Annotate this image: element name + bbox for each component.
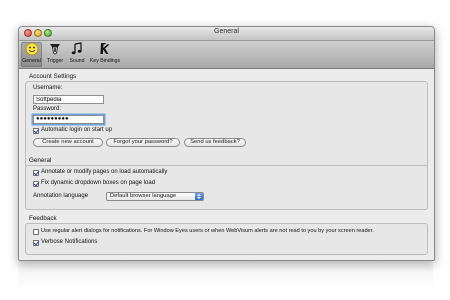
toolbar-tab-label: Trigger [46, 58, 64, 64]
automatic-login-label: Automatic login on start up [41, 127, 113, 133]
username-label: Username: [33, 85, 63, 91]
verbose-notifications-checkbox[interactable] [33, 240, 39, 246]
preferences-window: General General Trigger Sound Key Bindin… [18, 26, 435, 261]
account-settings-heading: Account Settings [29, 73, 77, 80]
annotation-language-label: Annotation language [33, 193, 89, 199]
username-field[interactable] [33, 95, 104, 104]
fix-dropdown-label: Fix dynamic dropdown boxes on page load [41, 180, 156, 186]
send-feedback-button[interactable]: Send us feedback? [184, 138, 246, 147]
music-note-icon [70, 42, 84, 56]
window-title: General [214, 28, 239, 35]
general-group: Annotate or modify pages on load automat… [25, 165, 428, 210]
toolbar-tab-label: Sound [69, 58, 85, 64]
password-field[interactable]: ●●●●●●●●● [33, 115, 104, 124]
smiley-icon [25, 42, 39, 56]
keyboard-key-icon [98, 42, 112, 56]
toolbar-tab-label: General [22, 58, 41, 64]
select-arrows-icon [195, 193, 203, 200]
feedback-heading: Feedback [29, 215, 57, 222]
automatic-login-checkbox[interactable] [33, 128, 39, 134]
verbose-notifications-label: Verbose Notifications [41, 239, 98, 245]
regular-alert-label: Use regular alert dialogs for notificati… [41, 228, 374, 234]
preferences-toolbar: General Trigger Sound Key Bindings [19, 41, 434, 69]
toolbar-tab-sound[interactable]: Sound [67, 42, 87, 67]
regular-alert-checkbox[interactable] [33, 229, 39, 235]
trigger-icon [48, 42, 62, 56]
toolbar-tab-general[interactable]: General [21, 42, 42, 67]
annotation-language-select[interactable]: Default browser language [106, 192, 204, 201]
annotate-pages-label: Annotate or modify pages on load automat… [41, 169, 168, 175]
forgot-password-button[interactable]: Forgot your password? [106, 138, 180, 147]
feedback-group: Use regular alert dialogs for notificati… [25, 223, 428, 255]
password-label: Password: [33, 106, 62, 112]
title-bar: General [19, 27, 434, 41]
toolbar-tab-label: Key Bindings [89, 58, 121, 64]
toolbar-tab-trigger[interactable]: Trigger [44, 42, 66, 67]
annotate-pages-checkbox[interactable] [33, 170, 39, 176]
annotation-language-value: Default browser language [110, 193, 177, 199]
toolbar-tab-key-bindings[interactable]: Key Bindings [88, 42, 122, 67]
general-heading: General [29, 157, 52, 164]
fix-dropdown-checkbox[interactable] [33, 181, 39, 187]
create-account-button[interactable]: Create new account [33, 138, 103, 147]
window-reflection [18, 261, 433, 291]
